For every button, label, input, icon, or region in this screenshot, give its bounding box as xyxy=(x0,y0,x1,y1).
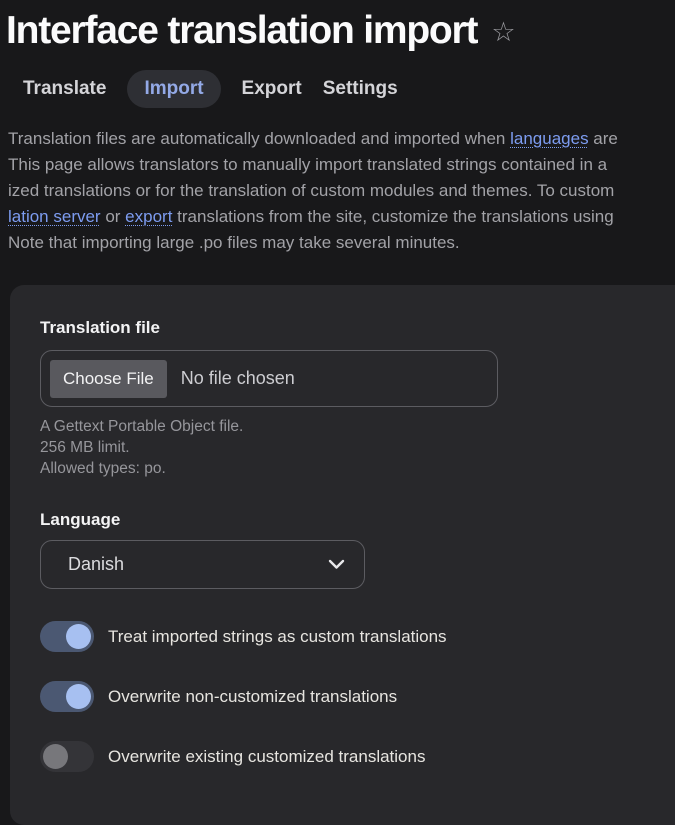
tab-bar: Translate Import Export Settings xyxy=(23,70,675,108)
intro-segment: are xyxy=(589,129,618,148)
toggle-label: Overwrite non-customized translations xyxy=(108,687,397,707)
tab-settings[interactable]: Settings xyxy=(323,70,398,108)
import-form-card: Translation file Choose File No file cho… xyxy=(10,285,675,825)
toggle-label: Overwrite existing customized translatio… xyxy=(108,747,425,767)
translation-server-link[interactable]: lation server xyxy=(8,207,101,226)
intro-segment: Translation files are automatically down… xyxy=(8,129,510,148)
tab-import[interactable]: Import xyxy=(127,70,220,108)
language-label: Language xyxy=(40,509,675,530)
description-line: 256 MB limit. xyxy=(40,437,675,458)
intro-segment: or xyxy=(101,207,126,226)
toggle-overwrite-noncustomized[interactable] xyxy=(40,681,94,712)
toggle-group: Treat imported strings as custom transla… xyxy=(40,621,675,772)
toggle-knob xyxy=(66,624,91,649)
star-icon[interactable]: ☆ xyxy=(491,19,515,46)
translation-file-label: Translation file xyxy=(40,317,675,338)
intro-line-4: lation server or export translations fro… xyxy=(8,204,675,230)
description-line: Allowed types: po. xyxy=(40,458,675,479)
intro-line-2: This page allows translators to manually… xyxy=(8,152,675,178)
language-select[interactable]: Danish xyxy=(40,540,365,589)
languages-link[interactable]: languages xyxy=(510,129,588,148)
tab-translate[interactable]: Translate xyxy=(23,70,106,108)
file-field-descriptions: A Gettext Portable Object file. 256 MB l… xyxy=(40,416,675,479)
toggle-row-custom-translations: Treat imported strings as custom transla… xyxy=(40,621,675,652)
choose-file-button[interactable]: Choose File xyxy=(50,360,167,398)
intro-line-5: Note that importing large .po files may … xyxy=(8,230,675,256)
language-select-value: Danish xyxy=(68,554,124,575)
intro-text: Translation files are automatically down… xyxy=(8,126,675,256)
page-title: Interface translation import xyxy=(6,8,477,54)
tab-export[interactable]: Export xyxy=(242,70,302,108)
intro-line-1: Translation files are automatically down… xyxy=(8,126,675,152)
toggle-knob xyxy=(43,744,68,769)
toggle-knob xyxy=(66,684,91,709)
description-line: A Gettext Portable Object file. xyxy=(40,416,675,437)
export-link[interactable]: export xyxy=(125,207,172,226)
toggle-treat-imported-custom[interactable] xyxy=(40,621,94,652)
file-status-text: No file chosen xyxy=(181,368,295,389)
toggle-row-overwrite-noncustomized: Overwrite non-customized translations xyxy=(40,681,675,712)
file-upload-input[interactable]: Choose File No file chosen xyxy=(40,350,498,407)
page-header: Interface translation import ☆ xyxy=(6,8,675,54)
toggle-row-overwrite-customized: Overwrite existing customized translatio… xyxy=(40,741,675,772)
chevron-down-icon xyxy=(328,559,345,570)
intro-segment: translations from the site, customize th… xyxy=(172,207,613,226)
intro-line-3: ized translations or for the translation… xyxy=(8,178,675,204)
toggle-overwrite-customized[interactable] xyxy=(40,741,94,772)
toggle-label: Treat imported strings as custom transla… xyxy=(108,627,447,647)
